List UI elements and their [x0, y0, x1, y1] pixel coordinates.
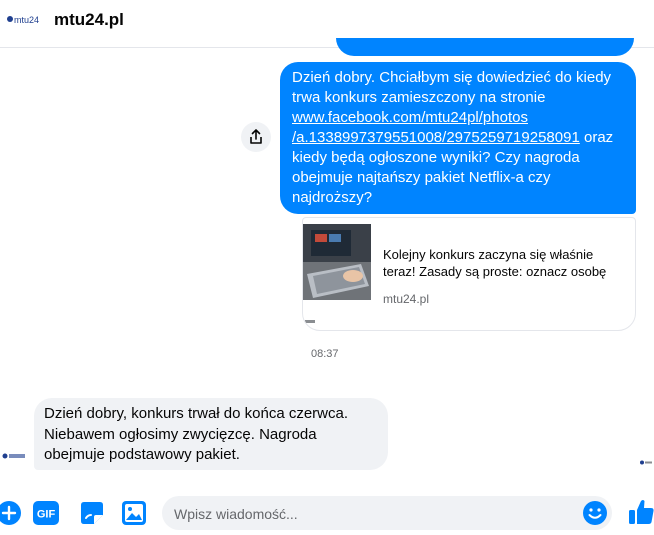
incoming-message[interactable]: Dzień dobry, konkurs trwał do końca czer… [34, 398, 388, 470]
share-button[interactable] [241, 122, 271, 152]
photo-icon[interactable] [121, 500, 147, 526]
sender-avatar[interactable] [2, 451, 26, 461]
preview-description: Kolejny konkurs zaczyna się właśnie tera… [383, 247, 607, 279]
preview-thumbnail [303, 224, 371, 300]
incoming-text: Dzień dobry, konkurs trwał do końca czer… [44, 405, 349, 463]
link-preview-card[interactable]: Kolejny konkurs zaczyna się właśnie tera… [302, 217, 636, 331]
message-composer: GIF [0, 490, 654, 535]
mtu24-logo[interactable]: mtu24 [6, 12, 42, 26]
message-input[interactable] [172, 503, 576, 525]
facebook-link-part2[interactable]: /a.1338997379551008/2975259719258091 [292, 129, 580, 146]
sticker-icon[interactable] [79, 500, 105, 526]
plus-icon[interactable] [0, 500, 22, 526]
chat-title[interactable]: mtu24.pl [54, 10, 124, 30]
thumbs-up-icon[interactable] [627, 498, 654, 526]
outgoing-text-before: Dzień dobry. Chciałbym się dowiedzieć do… [292, 69, 612, 106]
message-timestamp: 08:37 [311, 348, 339, 360]
emoji-icon[interactable] [582, 500, 608, 526]
share-icon [250, 129, 262, 144]
logo-text: mtu24 [14, 15, 39, 25]
gif-icon[interactable]: GIF [33, 500, 59, 526]
facebook-link-part1[interactable]: www.facebook.com/mtu24pl/photos [292, 109, 528, 126]
seen-indicator-avatar [640, 460, 652, 465]
outgoing-message[interactable]: Dzień dobry. Chciałbym się dowiedzieć do… [280, 62, 636, 214]
gif-label: GIF [37, 509, 56, 521]
previous-message-bubble[interactable] [336, 38, 634, 56]
preview-domain: mtu24.pl [383, 292, 430, 306]
preview-source-mark [305, 320, 315, 323]
message-input-box[interactable] [162, 496, 612, 530]
